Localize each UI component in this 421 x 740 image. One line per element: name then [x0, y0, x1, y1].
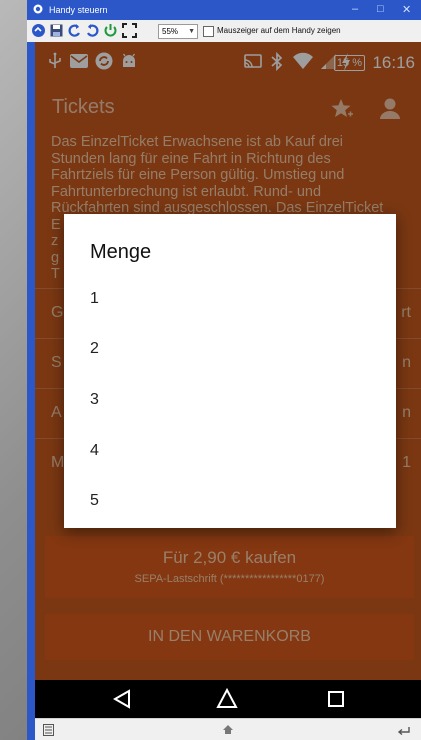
option-label: 1: [90, 290, 99, 307]
quantity-option-3[interactable]: 3: [64, 379, 396, 429]
app-icon: [33, 4, 43, 14]
quantity-option-5[interactable]: 5: [64, 480, 396, 530]
save-icon[interactable]: [49, 23, 64, 38]
maximize-button[interactable]: □: [377, 3, 384, 15]
quantity-option-4[interactable]: 4: [64, 430, 396, 480]
option-label: 2: [90, 340, 99, 357]
option-label: 3: [90, 391, 99, 408]
power-icon[interactable]: [103, 23, 118, 38]
zoom-value: 55%: [162, 27, 179, 36]
rotate-right-icon[interactable]: [85, 23, 100, 38]
close-button[interactable]: ✕: [402, 3, 411, 16]
window-bottom-bar: [35, 718, 421, 740]
quantity-dialog: Menge 1 2 3 4 5: [64, 214, 396, 528]
refresh-connection-icon[interactable]: [31, 23, 46, 38]
show-cursor-checkbox[interactable]: [203, 26, 214, 37]
back-arrow-icon[interactable]: [397, 724, 410, 735]
phone-screen: 15 % 16:16 Tickets Das EinzelTicket Erwa…: [35, 42, 421, 740]
home-icon[interactable]: [216, 688, 238, 709]
minimize-button[interactable]: –: [352, 3, 358, 15]
window-titlebar: Handy steuern – □ ✕: [27, 0, 421, 20]
dialog-title: Menge: [90, 241, 152, 263]
chevron-down-icon: ▼: [188, 28, 195, 35]
quantity-option-1[interactable]: 1: [64, 278, 396, 328]
quantity-option-2[interactable]: 2: [64, 328, 396, 378]
option-label: 5: [90, 492, 99, 509]
window-border: [27, 42, 35, 740]
recents-icon[interactable]: [327, 690, 345, 708]
android-navbar: [35, 680, 421, 718]
window-title: Handy steuern: [49, 5, 108, 15]
menu-icon[interactable]: [43, 724, 54, 736]
back-icon[interactable]: [113, 689, 131, 709]
zoom-select[interactable]: 55% ▼: [158, 24, 198, 39]
window-toolbar: 55% ▼ Mauszeiger auf dem Handy zeigen: [27, 20, 421, 43]
fullscreen-icon[interactable]: [122, 23, 137, 38]
option-label: 4: [90, 442, 99, 459]
rotate-left-icon[interactable]: [67, 23, 82, 38]
show-cursor-label: Mauszeiger auf dem Handy zeigen: [217, 26, 341, 35]
phone-control-window: Handy steuern – □ ✕ 55% ▼ Mauszeiger auf…: [27, 0, 421, 740]
home-icon[interactable]: [222, 724, 234, 735]
